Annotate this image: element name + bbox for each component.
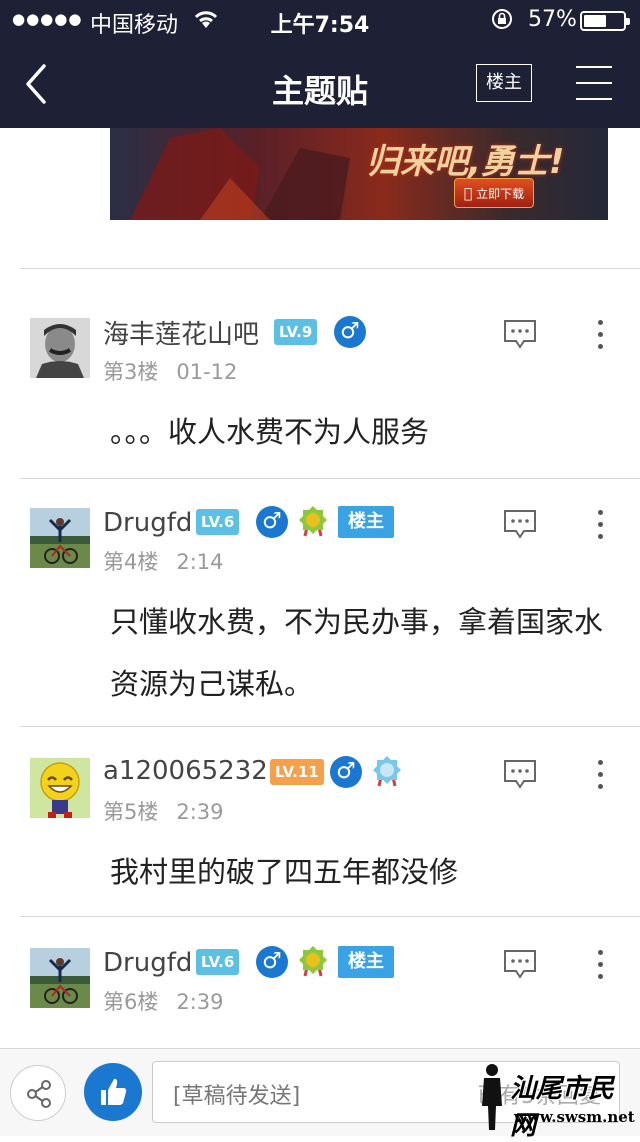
reply-icon[interactable] bbox=[502, 318, 538, 350]
post-date: 2:39 bbox=[176, 800, 224, 824]
level-badge: LV.11 bbox=[270, 759, 324, 785]
ad-banner[interactable]: 归来吧,勇士!  立即下载 bbox=[110, 128, 608, 220]
floor-number: 第5楼 bbox=[103, 800, 159, 824]
reply-icon[interactable] bbox=[502, 948, 538, 980]
orientation-lock-icon bbox=[490, 7, 514, 37]
floor-number: 第3楼 bbox=[103, 360, 159, 384]
male-icon: ♂ bbox=[256, 506, 288, 538]
download-button[interactable]:  立即下载 bbox=[454, 178, 534, 208]
page-title: 主题贴 bbox=[271, 72, 368, 110]
post-date: 01-12 bbox=[176, 360, 238, 384]
username[interactable]: Drugfd bbox=[103, 508, 192, 538]
floor-number: 第6楼 bbox=[103, 990, 159, 1014]
post-content: 我村里的破了四五年都没修 bbox=[110, 855, 459, 889]
male-icon: ♂ bbox=[330, 756, 362, 788]
only-op-button[interactable]: 楼主 bbox=[476, 64, 532, 102]
avatar[interactable] bbox=[30, 508, 90, 568]
divider bbox=[20, 726, 640, 727]
battery-icon bbox=[580, 11, 630, 31]
more-icon[interactable] bbox=[596, 510, 604, 540]
op-tag: 楼主 bbox=[338, 946, 394, 978]
watermark-url: www.swsm.net bbox=[514, 1108, 635, 1126]
level-badge: LV.9 bbox=[274, 319, 318, 345]
reply-icon[interactable] bbox=[502, 758, 538, 790]
username[interactable]: a120065232 bbox=[103, 756, 268, 786]
download-label: 立即下载 bbox=[469, 187, 524, 201]
like-icon[interactable] bbox=[84, 1063, 142, 1121]
medal-icon bbox=[372, 755, 402, 787]
status-bar: ●●●●● 中国移动 上午7:54 57% bbox=[0, 0, 640, 40]
username[interactable]: Drugfd bbox=[103, 948, 192, 978]
avatar[interactable] bbox=[30, 758, 90, 818]
battery-percent: 57% bbox=[528, 7, 577, 32]
more-icon[interactable] bbox=[596, 320, 604, 350]
apple-icon:  bbox=[464, 186, 472, 202]
post-meta: 第3楼 01-12 bbox=[103, 356, 237, 386]
avatar[interactable] bbox=[30, 948, 90, 1008]
site-watermark: 汕尾市民网 www.swsm.net bbox=[478, 1062, 636, 1141]
post-content: 。。。收人水费不为人服务 bbox=[110, 415, 430, 449]
divider bbox=[20, 478, 640, 479]
banner-slogan: 归来吧,勇士! bbox=[366, 142, 565, 182]
more-icon[interactable] bbox=[596, 950, 604, 980]
floor-number: 第4楼 bbox=[103, 550, 159, 574]
medal-icon bbox=[298, 945, 328, 977]
draft-placeholder: [草稿待发送] bbox=[173, 1084, 301, 1109]
male-icon: ♂ bbox=[334, 316, 366, 348]
post-date: 2:39 bbox=[176, 990, 224, 1014]
medal-icon bbox=[298, 505, 328, 537]
level-badge: LV.6 bbox=[196, 509, 240, 535]
level-badge: LV.6 bbox=[196, 949, 240, 975]
watermark-text: 汕尾市民网 bbox=[510, 1074, 615, 1141]
nav-bar: 主题贴 楼主 bbox=[0, 40, 640, 128]
male-icon: ♂ bbox=[256, 946, 288, 978]
reply-icon[interactable] bbox=[502, 508, 538, 540]
watermark-figure-icon bbox=[482, 1064, 502, 1130]
op-tag: 楼主 bbox=[338, 506, 394, 538]
post-meta: 第6楼 2:39 bbox=[103, 986, 224, 1016]
menu-icon[interactable] bbox=[576, 66, 612, 100]
post-date: 2:14 bbox=[176, 550, 224, 574]
share-icon[interactable] bbox=[10, 1065, 66, 1121]
divider bbox=[20, 916, 640, 917]
more-icon[interactable] bbox=[596, 760, 604, 790]
post-meta: 第4楼 2:14 bbox=[103, 546, 224, 576]
divider bbox=[20, 268, 640, 269]
post-meta: 第5楼 2:39 bbox=[103, 796, 224, 826]
post-content: 只懂收水费，不为民办事，拿着国家水资源为己谋私。 bbox=[110, 605, 604, 701]
username[interactable]: 海丰莲花山吧 bbox=[103, 314, 259, 351]
avatar[interactable] bbox=[30, 318, 90, 378]
